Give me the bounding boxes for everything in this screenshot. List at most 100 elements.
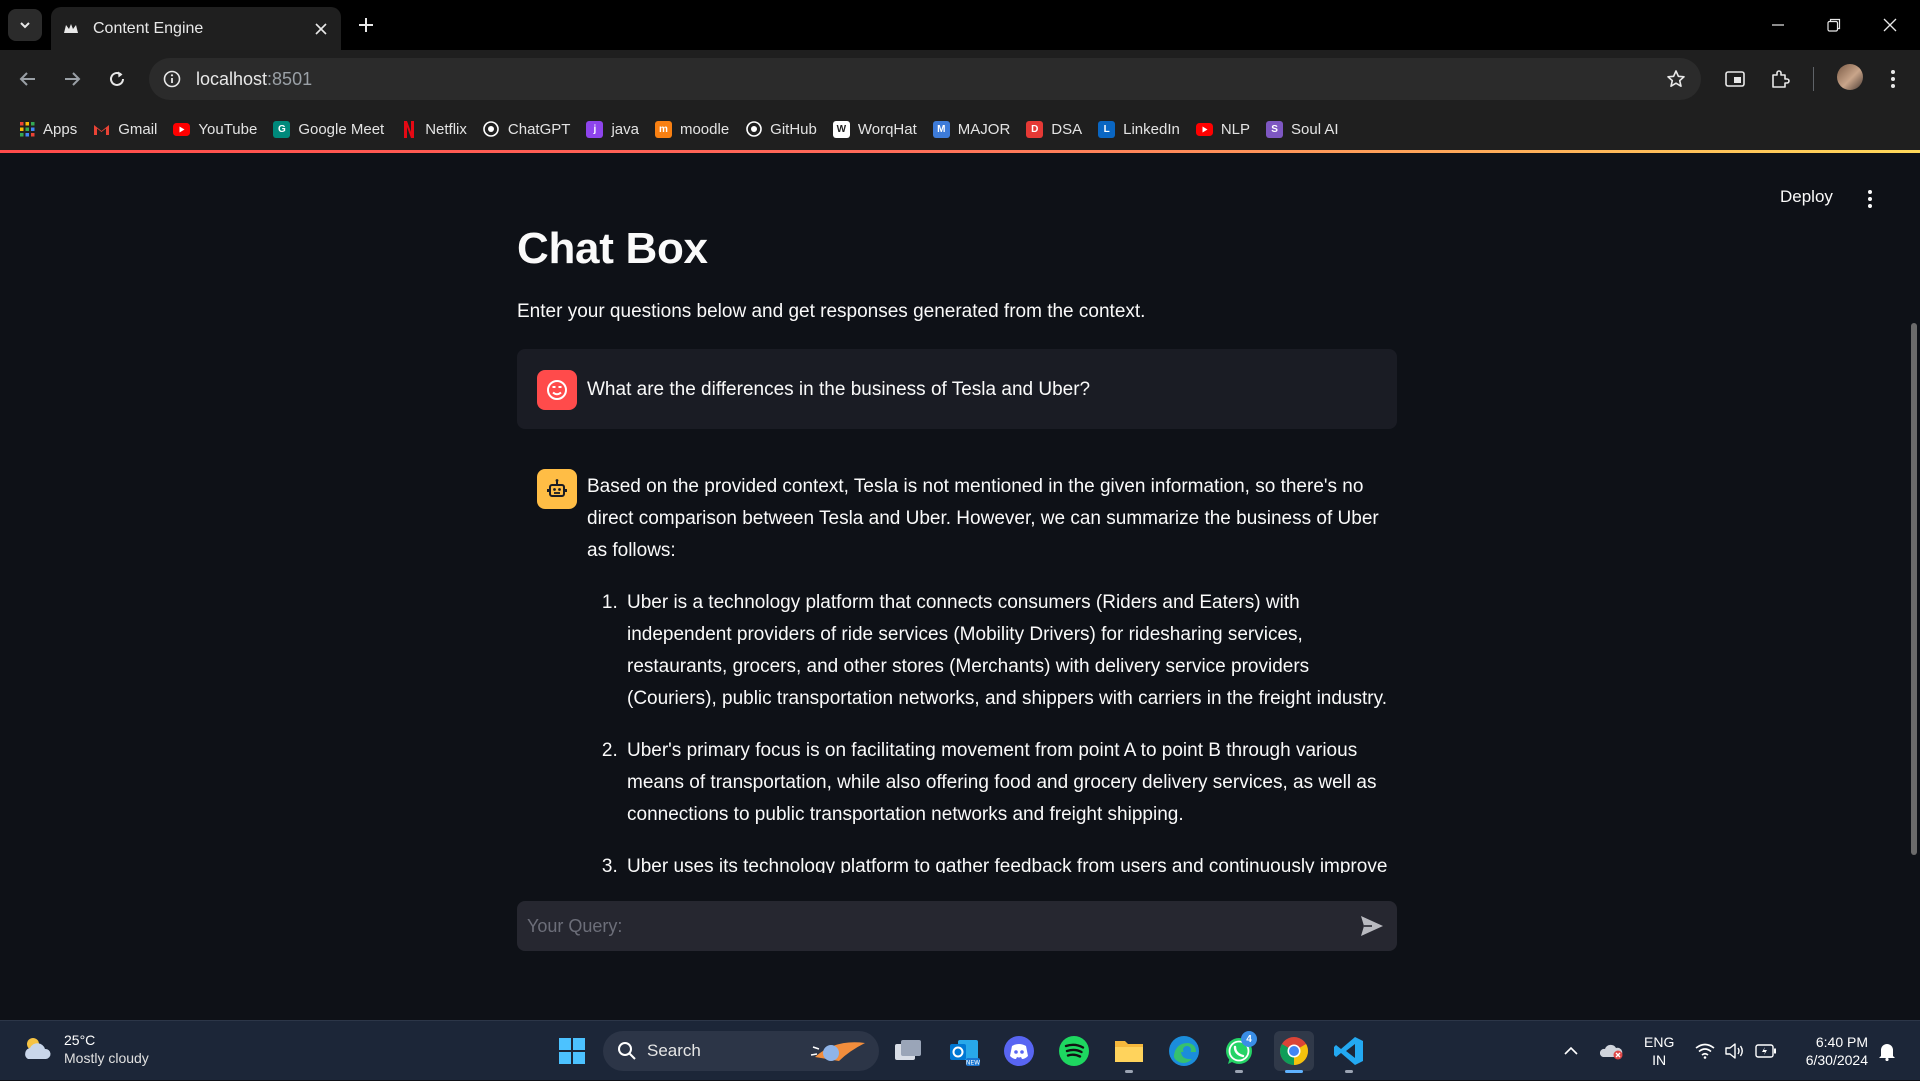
toolbar-separator (1813, 67, 1814, 91)
running-indicator (1345, 1070, 1353, 1073)
profile-avatar[interactable] (1837, 64, 1863, 90)
bookmark-major[interactable]: M MAJOR (929, 115, 1019, 143)
robot-icon (547, 479, 567, 497)
input-language-indicator[interactable]: ENG IN (1644, 1033, 1674, 1069)
tab-close-icon[interactable] (307, 15, 335, 43)
system-clock[interactable]: 6:40 PM 6/30/2024 (1792, 1033, 1868, 1069)
tab-search-button[interactable] (8, 9, 42, 41)
speaker-icon (1725, 1043, 1743, 1059)
running-indicator (1235, 1070, 1243, 1073)
language-code: ENG (1644, 1034, 1675, 1050)
reading-mode-icon[interactable] (1718, 62, 1752, 96)
bookmark-dsa[interactable]: D DSA (1022, 115, 1090, 143)
new-tab-button[interactable] (352, 11, 380, 39)
app-menu-icon[interactable] (1856, 185, 1884, 213)
deploy-button[interactable]: Deploy (1772, 183, 1841, 211)
bookmark-label: YouTube (198, 120, 258, 138)
taskbar-edge[interactable] (1164, 1031, 1204, 1071)
bookmark-label: Gmail (118, 120, 158, 138)
taskbar-chrome[interactable] (1274, 1031, 1314, 1073)
bookmark-netflix[interactable]: Netflix (396, 115, 475, 143)
bookmark-linkedin[interactable]: L LinkedIn (1094, 115, 1188, 143)
browser-tab-active[interactable]: Content Engine (51, 7, 341, 50)
clock-time: 6:40 PM (1815, 1034, 1868, 1050)
weather-widget[interactable]: 25°C Mostly cloudy (20, 1031, 149, 1067)
back-button[interactable] (11, 62, 45, 96)
assistant-avatar (537, 469, 577, 509)
bookmark-label: WorqHat (857, 120, 917, 138)
arrow-left-icon (19, 72, 35, 86)
browser-menu-icon[interactable] (1876, 62, 1910, 96)
site-info-icon[interactable] (159, 66, 185, 92)
taskbar-discord[interactable] (999, 1031, 1039, 1071)
taskbar-task-view[interactable] (888, 1031, 928, 1071)
minimize-button[interactable] (1750, 0, 1806, 50)
send-button[interactable] (1357, 911, 1387, 941)
google-meet-icon: G (273, 120, 291, 138)
wifi-icon (1695, 1043, 1715, 1059)
user-avatar (537, 370, 577, 410)
bookmark-soul-ai[interactable]: S Soul AI (1262, 115, 1347, 143)
bookmark-worqhat[interactable]: W WorqHat (829, 115, 925, 143)
smiley-face-icon (547, 380, 567, 400)
active-indicator (1285, 1070, 1303, 1073)
taskbar-file-explorer[interactable] (1109, 1031, 1149, 1073)
volume-tray-icon[interactable] (1720, 1021, 1750, 1081)
address-bar[interactable]: localhost:8501 (149, 58, 1701, 100)
arrow-right-icon (65, 72, 81, 86)
bookmark-chatgpt[interactable]: ChatGPT (479, 115, 579, 143)
bookmark-apps[interactable]: Apps (14, 115, 85, 143)
onedrive-tray-icon[interactable] (1596, 1021, 1628, 1081)
worqhat-icon: W (832, 120, 850, 138)
search-icon (618, 1042, 636, 1060)
url-text[interactable]: localhost:8501 (196, 69, 312, 90)
youtube-icon (1195, 121, 1213, 138)
chat-input-container[interactable] (517, 901, 1397, 951)
bookmark-nlp[interactable]: NLP (1192, 115, 1258, 143)
forward-button[interactable] (55, 62, 89, 96)
battery-charging-icon (1755, 1044, 1776, 1058)
bookmark-youtube[interactable]: YouTube (169, 115, 265, 143)
bookmark-label: Netflix (425, 120, 467, 138)
wifi-tray-icon[interactable] (1690, 1021, 1720, 1081)
chat-message-user: What are the differences in the business… (517, 349, 1397, 429)
close-window-button[interactable] (1862, 0, 1918, 50)
bookmark-label: Apps (43, 120, 78, 138)
taskbar-whatsapp[interactable]: 4 (1219, 1031, 1259, 1073)
show-hidden-icons-button[interactable] (1556, 1021, 1586, 1081)
major-icon: M (932, 120, 950, 138)
page-caption: Enter your questions below and get respo… (517, 301, 1146, 322)
taskbar-search[interactable]: Search (603, 1031, 879, 1071)
bookmark-star-icon[interactable] (1663, 66, 1689, 92)
java-icon: j (586, 120, 604, 138)
minimize-icon (1772, 24, 1784, 26)
bookmark-google-meet[interactable]: G Google Meet (269, 115, 392, 143)
list-item: Uber is a technology platform that conne… (623, 587, 1397, 715)
bookmark-label: GitHub (770, 120, 817, 138)
reload-button[interactable] (100, 62, 134, 96)
discord-icon (1004, 1036, 1034, 1066)
tab-title: Content Engine (93, 19, 204, 37)
bookmark-github[interactable]: GitHub (741, 115, 825, 143)
chat-query-input[interactable] (527, 901, 1327, 951)
bookmark-gmail[interactable]: Gmail (89, 115, 165, 143)
restore-button[interactable] (1806, 0, 1862, 50)
assistant-intro-text: Based on the provided context, Tesla is … (587, 476, 1379, 561)
windows-taskbar: 25°C Mostly cloudy Search NEW 4 ENG IN 6… (0, 1020, 1920, 1080)
extensions-icon[interactable] (1763, 62, 1797, 96)
soul-ai-icon: S (1266, 120, 1284, 138)
taskbar-outlook[interactable]: NEW (944, 1031, 984, 1071)
notifications-button[interactable] (1872, 1021, 1902, 1081)
battery-tray-icon[interactable] (1750, 1021, 1782, 1081)
bookmark-java[interactable]: j java (582, 115, 647, 143)
start-button[interactable] (552, 1031, 592, 1071)
page-scrollbar[interactable] (1911, 323, 1917, 855)
chrome-icon (1280, 1037, 1308, 1065)
plus-icon (359, 18, 373, 32)
taskbar-vscode[interactable] (1329, 1031, 1369, 1073)
edge-icon (1169, 1036, 1199, 1066)
bookmark-label: ChatGPT (507, 120, 571, 138)
chevron-up-icon (1564, 1046, 1578, 1055)
bookmark-moodle[interactable]: m moodle (651, 115, 737, 143)
taskbar-spotify[interactable] (1054, 1031, 1094, 1071)
